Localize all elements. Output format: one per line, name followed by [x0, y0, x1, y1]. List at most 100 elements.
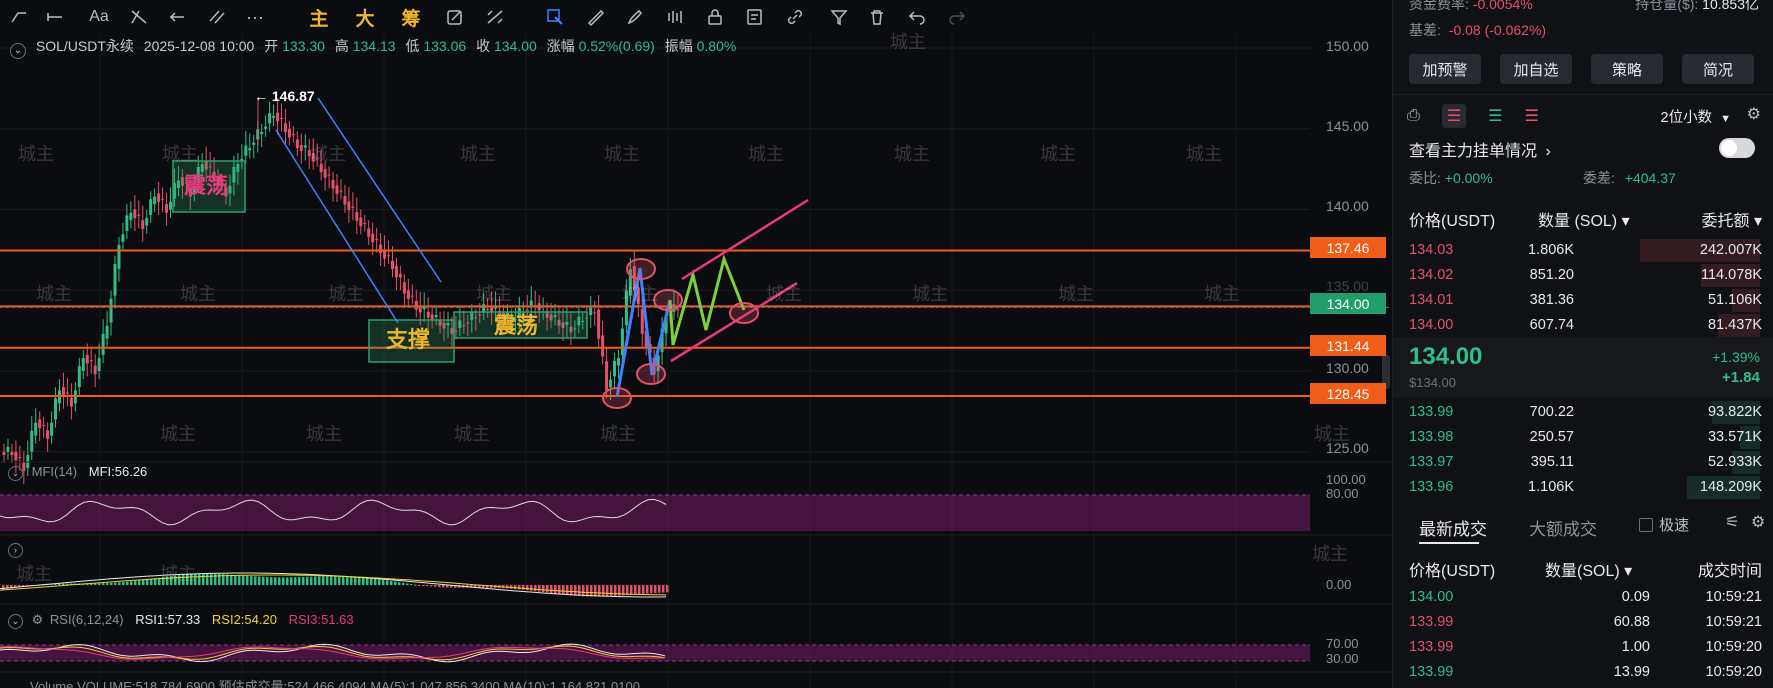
row-price: 134.00: [1409, 589, 1454, 605]
macd-histogram-bar: [658, 585, 661, 593]
link-icon[interactable]: [784, 5, 806, 29]
more-icon[interactable]: ···: [244, 5, 266, 29]
mfi-band: [0, 495, 1310, 531]
watermark-text: 城主: [328, 284, 364, 305]
macd-histogram-bar: [210, 573, 213, 585]
undo-icon[interactable]: [906, 5, 928, 29]
delete-icon[interactable]: [866, 5, 888, 29]
toolbar-big-order[interactable]: 大: [352, 5, 378, 30]
watermark-text: 城主: [604, 144, 640, 165]
row-price: 134.03: [1409, 242, 1454, 258]
toolbar-chips[interactable]: 筹: [398, 5, 424, 30]
trade-row[interactable]: 133.99 1.00 10:59:20: [1393, 635, 1773, 660]
decimals-select[interactable]: 2位小数 ▼: [1661, 106, 1732, 127]
collapse-chevron-icon[interactable]: ⌄: [10, 43, 26, 59]
candle-body: [339, 190, 343, 192]
text-tool-icon[interactable]: Aa: [86, 5, 112, 29]
macd-histogram-bar: [394, 581, 397, 585]
book-row[interactable]: 134.00 607.74 81.437K: [1393, 313, 1773, 338]
book-row[interactable]: 134.01 381.36 51.106K: [1393, 288, 1773, 313]
chart-area[interactable]: 城主 城主 城主 城主 城主 城主 城主 城主 城主 城主 城主 城主 城主 城主 城主 城主 城主 城主 城主 城主…: [0, 0, 1392, 688]
trades-header-qty[interactable]: 数量(SOL) ▾: [1545, 557, 1632, 581]
candle-body: [379, 244, 383, 254]
macd-histogram-bar: [414, 584, 417, 586]
settings-icon[interactable]: ⚙: [1747, 104, 1761, 124]
candle-body: [141, 220, 145, 229]
book-row[interactable]: 133.99 700.22 93.822K: [1393, 400, 1773, 425]
book-header-qty[interactable]: 数量 (SOL) ▾: [1538, 207, 1630, 231]
fast-mode-checkbox[interactable]: 极速: [1639, 514, 1689, 535]
measure-icon[interactable]: [484, 5, 506, 29]
row-price: 134.01: [1409, 292, 1454, 308]
funding-label: 资金费率:: [1409, 0, 1469, 12]
cursor-select-icon[interactable]: [544, 5, 566, 29]
macd-histogram-bar: [366, 577, 369, 585]
box-label-range-1: 震荡: [184, 173, 229, 198]
macd-histogram-bar: [302, 576, 305, 585]
level-tag-128[interactable]: 128.45: [1310, 383, 1386, 404]
note-icon[interactable]: [744, 5, 766, 29]
trade-row[interactable]: 134.00 0.09 10:59:21: [1393, 585, 1773, 610]
macd-histogram-bar: [590, 585, 593, 597]
fib-tool-icon[interactable]: [128, 5, 150, 29]
book-row[interactable]: 134.03 1.806K 242.007K: [1393, 238, 1773, 263]
toolbar-main-force[interactable]: 主: [306, 5, 332, 30]
lock-icon[interactable]: [704, 5, 726, 29]
candle-body: [394, 266, 398, 278]
overview-button[interactable]: 简况: [1682, 54, 1754, 84]
view-split-icon[interactable]: ☰: [1441, 104, 1467, 128]
trade-row[interactable]: 133.99 13.99 10:59:20: [1393, 660, 1773, 685]
watermark-text: 城主: [1204, 284, 1240, 305]
expand-chevron-icon[interactable]: ›: [8, 543, 23, 558]
macd-histogram-bar: [126, 581, 129, 585]
edit-box-icon[interactable]: [444, 5, 466, 29]
candle-body: [169, 201, 172, 210]
book-row[interactable]: 134.02 851.20 114.078K: [1393, 263, 1773, 288]
book-row[interactable]: 133.97 395.11 52.933K: [1393, 450, 1773, 475]
candle-body: [157, 193, 161, 202]
book-header-amount[interactable]: 委托额 ▾: [1702, 207, 1763, 231]
main-orders-link[interactable]: 查看主力挂单情况 ›: [1409, 137, 1551, 161]
view-both-icon[interactable]: ⎙: [1407, 107, 1420, 125]
watermark-text: 城主: [912, 284, 948, 305]
candle-body: [283, 123, 287, 132]
ray-line-icon[interactable]: [166, 5, 188, 29]
strategy-button[interactable]: 策略: [1591, 54, 1663, 84]
tab-latest-trades[interactable]: 最新成交: [1419, 515, 1487, 540]
macd-histogram-bar: [130, 581, 133, 585]
macd-histogram-bar: [646, 585, 649, 594]
level-tag-131[interactable]: 131.44: [1310, 335, 1386, 356]
collapse-chevron-icon[interactable]: ⌄: [8, 614, 23, 629]
filter-icon[interactable]: [828, 5, 850, 29]
candle-body: [161, 198, 165, 200]
filter-icon[interactable]: ⚟: [1725, 512, 1739, 532]
redo-icon[interactable]: [946, 5, 968, 29]
collapse-chevron-icon[interactable]: ⌄: [8, 466, 23, 481]
view-asks-icon[interactable]: ☰: [1525, 106, 1539, 126]
settings-icon[interactable]: ⚙: [32, 612, 44, 627]
add-watchlist-button[interactable]: 加自选: [1500, 54, 1572, 84]
close-label: 收: [476, 38, 491, 54]
brush-icon[interactable]: [624, 5, 646, 29]
book-row[interactable]: 133.98 250.57 33.571K: [1393, 425, 1773, 450]
main-orders-toggle[interactable]: [1719, 138, 1755, 158]
highlight-circle: [729, 302, 759, 324]
candle-body: [406, 290, 410, 299]
parallel-line-icon[interactable]: [206, 5, 228, 29]
horizontal-line-icon[interactable]: [44, 5, 66, 29]
settings-icon[interactable]: ⚙: [1751, 512, 1765, 532]
view-bids-icon[interactable]: ☰: [1488, 106, 1502, 126]
row-price: 133.99: [1409, 639, 1454, 655]
ratio-value: +0.00%: [1444, 170, 1493, 186]
candlestick-chart[interactable]: 城主 城主 城主 城主 城主 城主 城主 城主 城主城主 城主 城主 城主 城主 城主 城主 城主 城主城主 城主…: [0, 0, 1392, 688]
ruler-icon[interactable]: [584, 5, 606, 29]
level-tag-137[interactable]: 137.46: [1310, 237, 1386, 258]
tab-large-trades[interactable]: 大额成交: [1529, 515, 1597, 540]
magnet-icon[interactable]: [664, 5, 688, 29]
candle-body: [402, 282, 406, 294]
trade-row[interactable]: 133.99 60.88 10:59:21: [1393, 610, 1773, 635]
trend-line-icon[interactable]: [8, 5, 30, 29]
add-alert-button[interactable]: 加预警: [1409, 54, 1481, 84]
book-row[interactable]: 133.96 1.106K 148.209K: [1393, 475, 1773, 500]
candle-body: [331, 179, 335, 189]
